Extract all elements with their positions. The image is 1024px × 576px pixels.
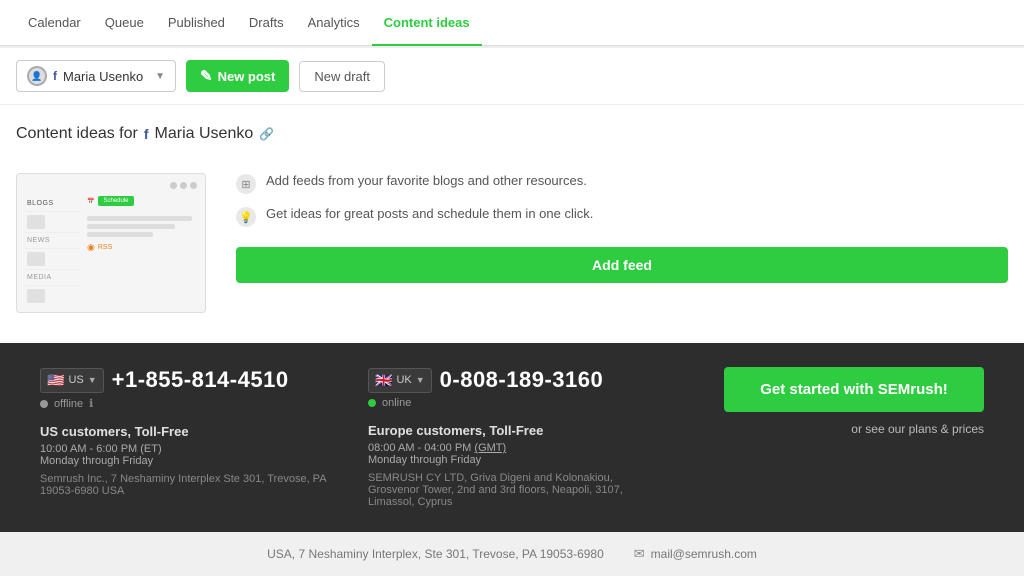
uk-hours: 08:00 AM - 04:00 PM (GMT) [368, 442, 656, 454]
dot-2 [180, 182, 187, 189]
footer-email: mail@semrush.com [651, 547, 757, 561]
uk-status-row: online [368, 397, 656, 409]
add-feed-button[interactable]: Add feed [236, 247, 1008, 283]
feature-desc-2: 💡 Get ideas for great posts and schedule… [236, 206, 1008, 227]
us-phone-row: 🇺🇸 US ▼ +1-855-814-4510 [40, 367, 328, 393]
uk-hours-text: 08:00 AM - 04:00 PM [368, 442, 471, 454]
plans-prices-link[interactable]: or see our plans & prices [851, 422, 984, 436]
footer-address: USA, 7 Neshaminy Interplex, Ste 301, Tre… [267, 547, 604, 561]
chevron-down-icon: ▼ [155, 71, 165, 82]
preview-rss-row: ◉ RSS [87, 242, 197, 253]
new-post-button[interactable]: ✎ New post [186, 60, 289, 92]
us-phone-number: +1-855-814-4510 [112, 367, 289, 393]
us-status-dot [40, 400, 48, 408]
dot-3 [190, 182, 197, 189]
preview-news-label: NEWS [25, 233, 80, 249]
top-nav: Calendar Queue Published Drafts Analytic… [0, 0, 1024, 48]
uk-phone-number: 0-808-189-3160 [440, 367, 604, 393]
account-avatar: 👤 [27, 66, 47, 86]
preview-dots [170, 182, 197, 189]
us-days: Monday through Friday [40, 455, 328, 467]
content-account-name: Maria Usenko [155, 125, 254, 143]
us-status-label: offline [54, 398, 83, 410]
footer-us-col: 🇺🇸 US ▼ +1-855-814-4510 offline ℹ US cus… [40, 367, 328, 497]
us-chevron-icon: ▼ [88, 375, 97, 385]
uk-hours-gmt-link[interactable]: (GMT) [474, 442, 506, 454]
bulb-feature-icon: 💡 [236, 207, 256, 227]
uk-days: Monday through Friday [368, 454, 656, 466]
content-area: Content ideas for f Maria Usenko 🔗 BLOGS… [0, 105, 1024, 343]
feature-text-2: Get ideas for great posts and schedule t… [266, 206, 593, 221]
tab-queue[interactable]: Queue [93, 1, 156, 46]
us-info-icon[interactable]: ℹ [89, 397, 93, 410]
preview-line-3 [87, 232, 153, 237]
preview-lines [87, 216, 197, 237]
account-name: Maria Usenko [63, 69, 143, 84]
account-selector[interactable]: 👤 f Maria Usenko ▼ [16, 60, 176, 92]
uk-address: SEMRUSH CY LTD, Griva Digeni and Kolonak… [368, 472, 656, 508]
email-icon: ✉ [634, 546, 645, 562]
us-address: Semrush Inc., 7 Neshaminy Interplex Ste … [40, 473, 328, 497]
preview-line-2 [87, 224, 175, 229]
external-link-icon[interactable]: 🔗 [259, 127, 274, 141]
new-post-label: New post [218, 69, 276, 84]
tab-analytics[interactable]: Analytics [296, 1, 372, 46]
footer-cta-col: Get started with SEMrush! or see our pla… [696, 367, 984, 436]
us-country-code: US [68, 374, 83, 386]
footer-light: USA, 7 Neshaminy Interplex, Ste 301, Tre… [0, 532, 1024, 576]
feature-desc-1: ⊞ Add feeds from your favorite blogs and… [236, 173, 1008, 194]
uk-status-dot [368, 399, 376, 407]
us-flag-icon: 🇺🇸 [47, 372, 64, 389]
uk-country-selector[interactable]: 🇬🇧 UK ▼ [368, 368, 432, 393]
footer-email-container: ✉ mail@semrush.com [634, 546, 757, 562]
content-ideas-title-text: Content ideas for [16, 125, 138, 143]
new-draft-button[interactable]: New draft [299, 61, 385, 92]
footer-dark: 🇺🇸 US ▼ +1-855-814-4510 offline ℹ US cus… [0, 343, 1024, 532]
tab-drafts[interactable]: Drafts [237, 1, 296, 46]
preview-media-label: MEDIA [25, 270, 80, 286]
nav-tabs-container: Calendar Queue Published Drafts Analytic… [0, 0, 1024, 46]
feature-descriptions: ⊞ Add feeds from your favorite blogs and… [236, 173, 1008, 283]
preview-rss-label: RSS [98, 244, 112, 251]
facebook-icon: f [53, 69, 57, 83]
uk-flag-icon: 🇬🇧 [375, 372, 392, 389]
uk-country-code: UK [396, 374, 411, 386]
us-country-selector[interactable]: 🇺🇸 US ▼ [40, 368, 104, 393]
uk-col-title: Europe customers, Toll-Free [368, 423, 656, 438]
us-hours: 10:00 AM - 6:00 PM (ET) [40, 443, 328, 455]
content-title: Content ideas for f Maria Usenko 🔗 [16, 125, 1008, 143]
preview-blogs-label: BLOGS [25, 196, 80, 212]
rss-feature-icon: ⊞ [236, 174, 256, 194]
get-started-button[interactable]: Get started with SEMrush! [724, 367, 984, 412]
us-hours-text: 10:00 AM - 6:00 PM (ET) [40, 443, 162, 455]
us-status-row: offline ℹ [40, 397, 328, 410]
preview-sidebar: BLOGS NEWS MEDIA [25, 196, 80, 304]
feature-panel: BLOGS NEWS MEDIA 📅 Sc [16, 163, 1008, 323]
us-col-title: US customers, Toll-Free [40, 424, 328, 439]
dot-1 [170, 182, 177, 189]
uk-chevron-icon: ▼ [416, 375, 425, 385]
preview-content: 📅 Schedule ◉ RSS [87, 196, 197, 304]
feature-preview-image: BLOGS NEWS MEDIA 📅 Sc [16, 173, 206, 313]
plus-icon: ✎ [200, 67, 213, 85]
facebook-brand-icon: f [144, 126, 149, 142]
tab-content-ideas[interactable]: Content ideas [372, 1, 482, 46]
preview-inner: BLOGS NEWS MEDIA 📅 Sc [17, 174, 205, 312]
preview-schedule-btn: Schedule [98, 196, 133, 206]
tab-published[interactable]: Published [156, 1, 237, 46]
uk-phone-row: 🇬🇧 UK ▼ 0-808-189-3160 [368, 367, 656, 393]
rss-icon: ◉ [87, 242, 95, 253]
feature-text-1: Add feeds from your favorite blogs and o… [266, 173, 587, 188]
toolbar: 👤 f Maria Usenko ▼ ✎ New post New draft [0, 48, 1024, 105]
tab-calendar[interactable]: Calendar [16, 1, 93, 46]
footer-uk-col: 🇬🇧 UK ▼ 0-808-189-3160 online Europe cus… [368, 367, 656, 508]
uk-status-label: online [382, 397, 411, 409]
preview-line-1 [87, 216, 192, 221]
